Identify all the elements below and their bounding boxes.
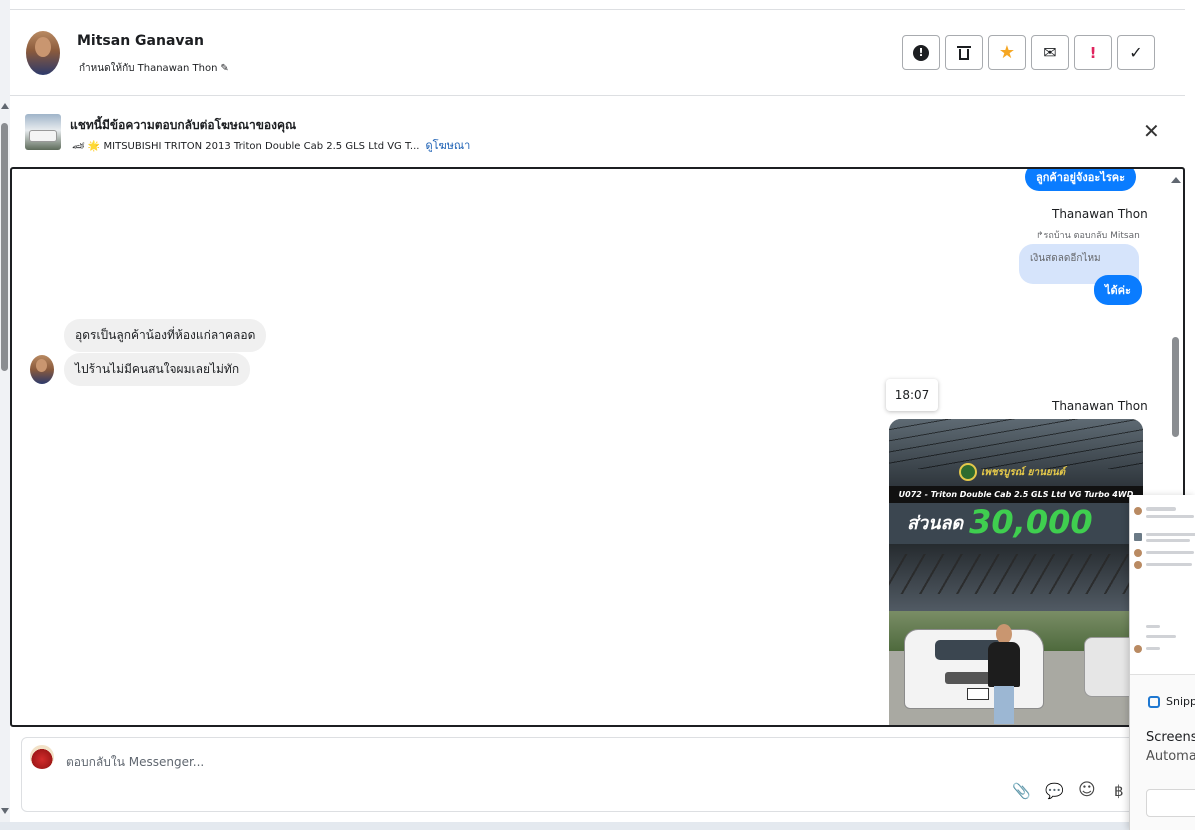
preview-line <box>1146 515 1194 518</box>
preview-thumb <box>1134 533 1142 541</box>
person-body <box>988 642 1020 687</box>
model-band: U072 - Triton Double Cab 2.5 GLS Ltd VG … <box>889 486 1143 503</box>
scroll-down-arrow-icon[interactable] <box>1 808 9 814</box>
close-icon[interactable]: ✕ <box>1143 119 1160 143</box>
snipping-tool-icon <box>1148 695 1160 708</box>
preview-line <box>1146 563 1192 566</box>
scrollbar-thumb[interactable] <box>1172 337 1179 437</box>
mark-unread-button[interactable]: ✉ <box>1031 35 1069 70</box>
ad-banner-subtitle: 🏎 🌟 MITSUBISHI TRITON 2013 Triton Double… <box>72 136 470 154</box>
timestamp-tooltip: 18:07 <box>886 379 938 411</box>
delete-button[interactable] <box>945 35 983 70</box>
envelope-icon: ✉ <box>1043 43 1057 62</box>
preview-avatar <box>1134 507 1142 515</box>
scrollbar-thumb[interactable] <box>1 123 8 371</box>
discount-value: 30,000 <box>969 503 1093 541</box>
snip-app-row: Snipp <box>1148 695 1195 708</box>
reply-composer[interactable]: ตอบกลับใน Messenger... 📎 💬 ☺ ฿ <box>21 737 1185 812</box>
reply-context: ↱รถบ้าน ตอบกลับ Mitsan <box>1036 231 1140 241</box>
checkmark-icon: ✓ <box>1129 43 1143 62</box>
ad-banner-title: แชทนี้มีข้อความตอบกลับต่อโฆษณาของคุณ <box>70 118 297 132</box>
alert-circle-icon: ! <box>913 44 929 61</box>
trash-body <box>959 48 969 60</box>
reply-input[interactable]: ตอบกลับใน Messenger... <box>66 753 204 772</box>
scroll-up-arrow-icon[interactable] <box>1171 177 1181 183</box>
avatar-face <box>36 359 47 372</box>
preview-line <box>1146 551 1194 554</box>
baht-icon[interactable]: ฿ <box>1114 782 1124 800</box>
star-button[interactable]: ★ <box>988 35 1026 70</box>
ad-thumbnail[interactable] <box>25 114 61 150</box>
person-legs <box>994 686 1014 724</box>
assignee-label[interactable]: กำหนดให้กับ Thanawan Thon ✎ <box>79 61 229 76</box>
view-ad-link[interactable]: ดูโฆษณา <box>425 139 470 152</box>
pickup-truck <box>904 629 1044 709</box>
preview-line <box>1146 533 1195 536</box>
snip-app-name: Snipp <box>1166 695 1195 708</box>
preview-line <box>1146 647 1160 650</box>
assignee-text: กำหนดให้กับ Thanawan Thon <box>79 63 218 74</box>
avatar[interactable] <box>26 31 60 75</box>
message-thread[interactable]: ลูกค้าอยู่จังอะไรคะ Thanawan Thon ↱รถบ้า… <box>10 167 1185 727</box>
snip-line2: Automat <box>1146 749 1195 764</box>
roof-trusses <box>889 554 1143 594</box>
scroll-up-arrow-icon[interactable] <box>1 103 9 109</box>
conversation-header: Mitsan Ganavan กำหนดให้กับ Thanawan Thon… <box>10 10 1185 96</box>
avatar-face <box>35 37 51 57</box>
preview-avatar <box>1134 561 1142 569</box>
logo-emblem-icon <box>959 463 977 481</box>
outer-scrollbar[interactable] <box>0 0 10 830</box>
ad-reply-banner: แชทนี้มีข้อความตอบกลับต่อโฆษณาของคุณ 🏎 🌟… <box>10 96 1185 167</box>
preview-line <box>1146 539 1190 542</box>
person-head <box>996 624 1012 644</box>
trash-lid <box>957 45 971 48</box>
outgoing-message[interactable]: ได้ค่ะ <box>1094 275 1142 305</box>
preview-avatar <box>1134 645 1142 653</box>
outgoing-message[interactable]: ลูกค้าอยู่จังอะไรคะ <box>1025 169 1137 191</box>
done-button[interactable]: ✓ <box>1117 35 1155 70</box>
logo-text: เพชรบูรณ์ ยานยนต์ <box>981 466 1066 478</box>
star-icon: ★ <box>998 42 1016 63</box>
salesperson-figure <box>986 624 1022 724</box>
sender-name: Thanawan Thon <box>1052 399 1148 413</box>
saved-reply-icon[interactable]: 💬 <box>1045 782 1064 800</box>
follow-up-button[interactable]: ! <box>1074 35 1112 70</box>
pencil-icon[interactable]: ✎ <box>220 63 228 74</box>
promo-image-attachment[interactable]: เพชรบูรณ์ ยานยนต์ U072 - Triton Double C… <box>889 419 1143 725</box>
emoji-icon[interactable]: ☺ <box>1078 780 1096 800</box>
preview-line <box>1146 507 1176 511</box>
snip-action-button[interactable] <box>1146 789 1195 817</box>
screenshot-preview[interactable] <box>1130 495 1195 675</box>
ad-name: 🏎 🌟 MITSUBISHI TRITON 2013 Triton Double… <box>72 141 420 152</box>
discount-label: ส่วนลด <box>907 513 964 534</box>
sender-name: Thanawan Thon <box>1052 207 1148 221</box>
snip-line1: Screensh <box>1146 730 1195 745</box>
bottom-bar <box>0 822 1130 830</box>
trash-icon <box>957 45 971 60</box>
car-shape <box>29 130 57 142</box>
snipping-notification[interactable]: Snipp Screensh Automat <box>1129 495 1195 830</box>
preview-line <box>1146 635 1176 638</box>
incoming-message[interactable]: อุดรเป็นลูกค้าน้องที่ห้องแก่ลาคลอด <box>64 319 267 352</box>
dealer-logo: เพชรบูรณ์ ยานยนต์ <box>959 461 1069 483</box>
paperclip-icon[interactable]: 📎 <box>1012 782 1031 800</box>
exclamation-icon: ! <box>1089 43 1097 62</box>
discount-text: ส่วนลด 30,000 <box>907 503 1093 541</box>
preview-avatar <box>1134 549 1142 557</box>
incoming-message[interactable]: ไปร้านไม่มีคนสนใจผมเลยไม่ทัก <box>64 353 251 386</box>
contact-name[interactable]: Mitsan Ganavan <box>77 33 204 49</box>
avatar[interactable] <box>30 355 54 384</box>
preview-line <box>1146 625 1160 628</box>
page-avatar <box>30 745 54 769</box>
spam-button[interactable]: ! <box>902 35 940 70</box>
